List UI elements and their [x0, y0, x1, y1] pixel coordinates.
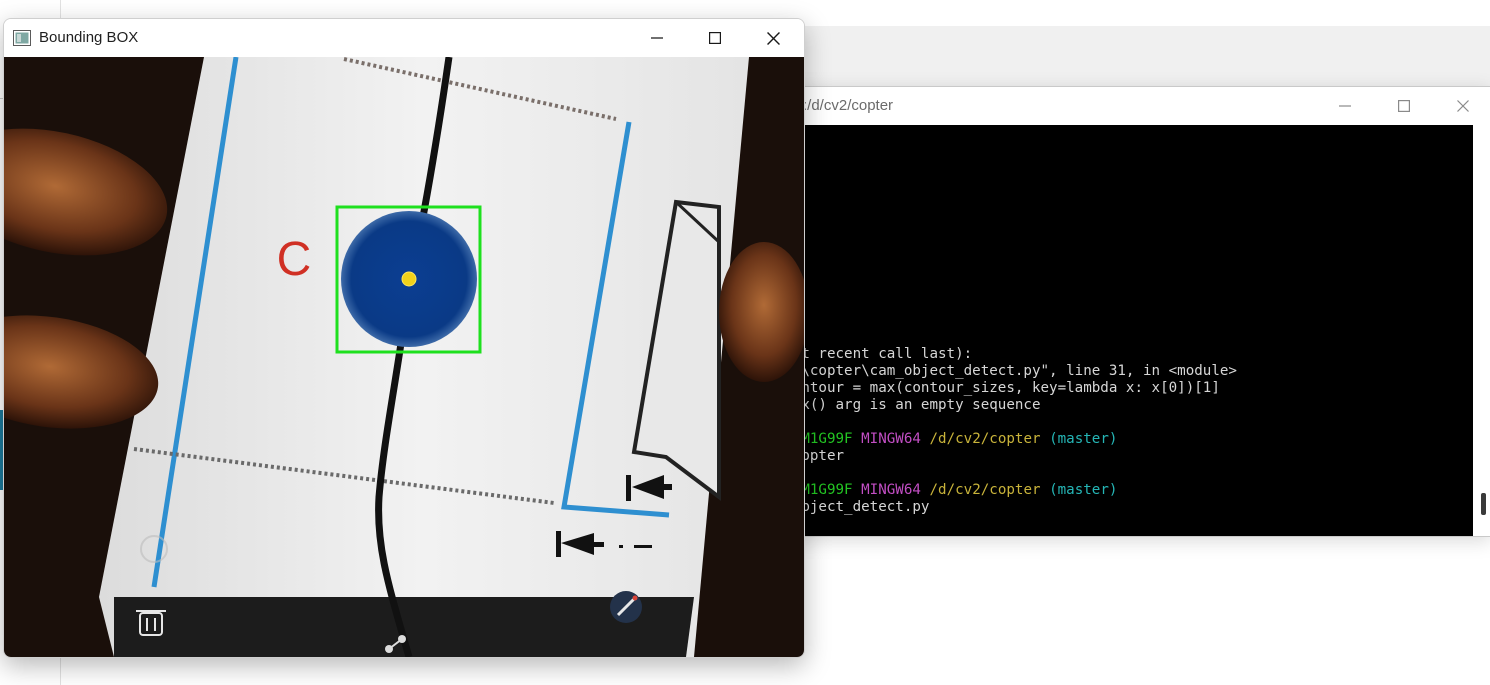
- terminal-text: MINGW64: [861, 482, 921, 498]
- terminal-line: 08: [733, 125, 1237, 142]
- maximize-icon: [709, 32, 721, 44]
- terminal-line: 08: [733, 159, 1237, 176]
- opencv-window-icon: [13, 30, 31, 46]
- bbox-titlebar[interactable]: Bounding BOX: [4, 19, 804, 57]
- bounding-box-window[interactable]: Bounding BOX C: [3, 18, 805, 658]
- terminal-text: MINGW64: [861, 431, 921, 447]
- terminal-line: 5: [733, 227, 1237, 244]
- terminal-line: APTOP-HFM1G99F MINGW64 /d/cv2/copter (ma…: [733, 482, 1237, 499]
- terminal-line: 4: [733, 193, 1237, 210]
- paper-letter: C: [277, 233, 312, 286]
- bbox-maximize-button[interactable]: [686, 19, 744, 57]
- edit-icon: [610, 591, 642, 623]
- terminal-maximize-button[interactable]: [1375, 87, 1433, 125]
- terminal-minimize-button[interactable]: [1316, 87, 1374, 125]
- terminal-titlebar[interactable]: MINGW64:/d/cv2/copter: [721, 87, 1490, 125]
- terminal-close-button[interactable]: [1434, 87, 1490, 125]
- terminal-line: 0: [733, 329, 1237, 346]
- terminal-line: 59 12: [733, 278, 1237, 295]
- terminal-line: ~/cv2/copter: [733, 448, 1237, 465]
- terminal-text: (master): [1049, 431, 1118, 447]
- terminal-text: /d/cv2/copter: [929, 482, 1041, 498]
- terminal-line: APTOP-HFM1G99F MINGW64 /d/cv2/copter (ma…: [733, 431, 1237, 448]
- terminal-text: (master): [1049, 482, 1118, 498]
- terminal-text: "D:\cv2\copter\cam_object_detect.py", li…: [733, 363, 1237, 379]
- minimize-icon: [1339, 105, 1351, 107]
- bbox-title: Bounding BOX: [39, 29, 139, 46]
- terminal-line: 3 41 45: [733, 210, 1237, 227]
- terminal-line: on cam_object_detect.py: [733, 499, 1237, 516]
- terminal-line: ggest_contour = max(contour_sizes, key=l…: [733, 380, 1237, 397]
- minimize-icon: [651, 37, 663, 39]
- terminal-text: /d/cv2/copter: [929, 431, 1041, 447]
- terminal-scrollbar[interactable]: [1473, 125, 1490, 536]
- terminal-scrollbar-thumb[interactable]: [1481, 493, 1486, 515]
- terminal-line: "D:\cv2\copter\cam_object_detect.py", li…: [733, 363, 1237, 380]
- terminal-line: 70 38: [733, 312, 1237, 329]
- terminal-line: 6 54 45: [733, 142, 1237, 159]
- terminal-console[interactable]: 086 54 45083 46 4343 41 455 60 5059 12 7…: [721, 125, 1473, 536]
- terminal-line: 60 50: [733, 244, 1237, 261]
- terminal-output: 086 54 45083 46 4343 41 455 60 5059 12 7…: [733, 125, 1237, 516]
- bbox-close-button[interactable]: [744, 19, 802, 57]
- bbox-minimize-button[interactable]: [628, 19, 686, 57]
- maximize-icon: [1398, 100, 1410, 112]
- terminal-window[interactable]: MINGW64:/d/cv2/copter 086 54 45083 46 43…: [720, 86, 1490, 537]
- terminal-text: ggest_contour = max(contour_sizes, key=l…: [733, 380, 1220, 396]
- centroid-dot: [401, 271, 417, 287]
- terminal-line: ack (most recent call last):: [733, 346, 1237, 363]
- close-icon: [1457, 100, 1469, 112]
- terminal-line: 3 46 43: [733, 176, 1237, 193]
- close-icon: [766, 31, 780, 45]
- camera-feed: C: [4, 57, 804, 657]
- terminal-line: rror: max() arg is an empty sequence: [733, 397, 1237, 414]
